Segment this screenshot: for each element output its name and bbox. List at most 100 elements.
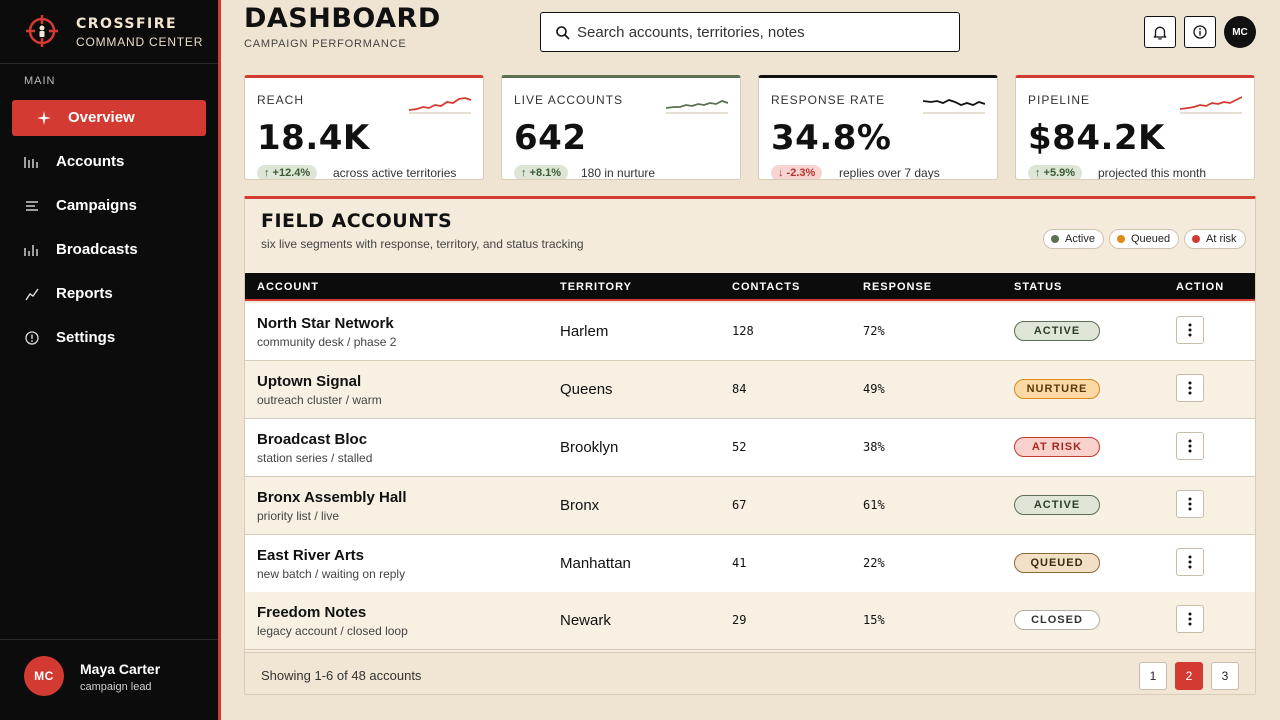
table-row[interactable]: East River Arts new batch / waiting on r…: [245, 535, 1255, 593]
response: 72%: [863, 324, 885, 338]
sparkline: [923, 99, 985, 114]
kpi-card-live-accounts: LIVE ACCOUNTS 642 ↑ +8.1% 180 in nurture: [501, 75, 741, 180]
user-role: campaign lead: [80, 681, 152, 693]
sparkline: [1180, 96, 1242, 114]
response: 15%: [863, 613, 885, 627]
kpi-value: $84.2K: [1028, 118, 1165, 158]
account-meta: legacy account / closed loop: [257, 624, 408, 638]
column-header-response[interactable]: RESPONSE: [863, 281, 932, 293]
territory: Newark: [560, 612, 611, 629]
kpi-card-pipeline: PIPELINE $84.2K ↑ +5.9% projected this m…: [1015, 75, 1255, 180]
account-name: North Star Network: [257, 315, 394, 332]
page-button-1[interactable]: 1: [1139, 662, 1167, 690]
sidebar-item-settings[interactable]: Settings: [12, 320, 206, 356]
search-input[interactable]: [577, 21, 947, 43]
row-menu-button[interactable]: [1176, 316, 1204, 344]
table-row[interactable]: Bronx Assembly Hall priority list / live…: [245, 477, 1255, 535]
response: 38%: [863, 440, 885, 454]
brand-name: CROSSFIRE: [76, 16, 178, 32]
table-row[interactable]: Broadcast Bloc station series / stalled …: [245, 419, 1255, 477]
contacts: 41: [732, 556, 747, 570]
table-row[interactable]: Freedom Notes legacy account / closed lo…: [245, 592, 1255, 650]
sidebar-item-campaigns[interactable]: Campaigns: [12, 188, 206, 224]
status-badge: CLOSED: [1014, 610, 1100, 630]
legend-queued: Queued: [1109, 229, 1180, 249]
info-icon: [1193, 25, 1207, 39]
table-row[interactable]: North Star Network community desk / phas…: [245, 303, 1255, 361]
row-menu-button[interactable]: [1176, 374, 1204, 402]
settings-icon: [24, 330, 40, 346]
field-accounts-card: FIELD ACCOUNTS six live segments with re…: [244, 196, 1256, 695]
territory: Harlem: [560, 323, 609, 340]
more-vertical-icon: [1188, 612, 1192, 626]
territory: Bronx: [560, 497, 600, 514]
account-meta: outreach cluster / warm: [257, 393, 382, 407]
bars-icon: [24, 154, 40, 170]
legend-label: At risk: [1206, 233, 1237, 245]
column-header-contacts[interactable]: CONTACTS: [732, 281, 800, 293]
kpi-label: RESPONSE RATE: [771, 93, 886, 107]
status-badge: AT RISK: [1014, 437, 1100, 457]
more-vertical-icon: [1188, 497, 1192, 511]
sidebar-item-label: Campaigns: [56, 197, 137, 214]
status-badge: NURTURE: [1014, 379, 1100, 399]
search-bar[interactable]: [540, 12, 960, 52]
account-meta: new batch / waiting on reply: [257, 567, 406, 581]
user-profile[interactable]: MC Maya Carter campaign lead: [0, 639, 218, 720]
contacts: 29: [732, 613, 747, 627]
sidebar-divider: [218, 0, 221, 720]
header-avatar[interactable]: MC: [1224, 16, 1256, 48]
sidebar-item-broadcasts[interactable]: Broadcasts: [12, 232, 206, 268]
sidebar: CROSSFIRE COMMAND CENTER MAIN Overview A…: [0, 0, 218, 720]
legend-active: Active: [1043, 229, 1104, 249]
page-subtitle: CAMPAIGN PERFORMANCE: [244, 38, 407, 50]
row-menu-button[interactable]: [1176, 432, 1204, 460]
sparkline: [409, 97, 471, 114]
table-header: ACCOUNT TERRITORY CONTACTS RESPONSE STAT…: [245, 273, 1255, 301]
table-footer: Showing 1-6 of 48 accounts 1 2 3: [245, 652, 1255, 694]
kpi-card-response-rate: RESPONSE RATE 34.8% ↓ -2.3% replies over…: [758, 75, 998, 180]
legend-label: Queued: [1131, 233, 1171, 245]
list-icon: [24, 198, 40, 214]
signal-bars-icon: [24, 242, 40, 258]
response: 49%: [863, 382, 885, 396]
kpi-note: across active territories: [333, 166, 457, 180]
more-vertical-icon: [1188, 323, 1192, 337]
account-name: East River Arts: [257, 547, 364, 564]
sidebar-item-reports[interactable]: Reports: [12, 276, 206, 312]
row-menu-button[interactable]: [1176, 548, 1204, 576]
kpi-label: PIPELINE: [1028, 93, 1091, 107]
kpi-card-reach: REACH 18.4K ↑ +12.4% across active terri…: [244, 75, 484, 180]
legend-dot-queued: [1117, 235, 1125, 243]
response: 61%: [863, 498, 885, 512]
sidebar-item-label: Accounts: [56, 153, 125, 170]
column-header-account[interactable]: ACCOUNT: [257, 281, 319, 293]
page-button-3[interactable]: 3: [1211, 662, 1239, 690]
column-header-status[interactable]: STATUS: [1014, 281, 1062, 293]
kpi-value: 642: [514, 118, 587, 158]
contacts: 52: [732, 440, 747, 454]
kpi-delta-badge: ↓ -2.3%: [771, 165, 823, 179]
notifications-button[interactable]: [1144, 16, 1176, 48]
table-title: FIELD ACCOUNTS: [261, 210, 453, 232]
account-name: Uptown Signal: [257, 373, 362, 390]
sidebar-item-label: Settings: [56, 329, 116, 346]
contacts: 128: [732, 324, 754, 338]
kpi-value: 34.8%: [771, 118, 892, 158]
account-meta: community desk / phase 2: [257, 335, 397, 349]
brand-subtitle: COMMAND CENTER: [76, 35, 204, 49]
kpi-label: LIVE ACCOUNTS: [514, 93, 624, 107]
kpi-delta-badge: ↑ +12.4%: [257, 165, 318, 179]
column-header-territory[interactable]: TERRITORY: [560, 281, 632, 293]
info-button[interactable]: [1184, 16, 1216, 48]
user-name: Maya Carter: [80, 661, 161, 677]
page-button-2[interactable]: 2: [1175, 662, 1203, 690]
table-row[interactable]: Uptown Signal outreach cluster / warm Qu…: [245, 361, 1255, 419]
sidebar-item-overview[interactable]: Overview: [12, 100, 206, 136]
account-name: Bronx Assembly Hall: [257, 489, 407, 506]
row-menu-button[interactable]: [1176, 490, 1204, 518]
nav-section-label: MAIN: [24, 75, 56, 87]
more-vertical-icon: [1188, 555, 1192, 569]
row-menu-button[interactable]: [1176, 605, 1204, 633]
sidebar-item-accounts[interactable]: Accounts: [12, 144, 206, 180]
